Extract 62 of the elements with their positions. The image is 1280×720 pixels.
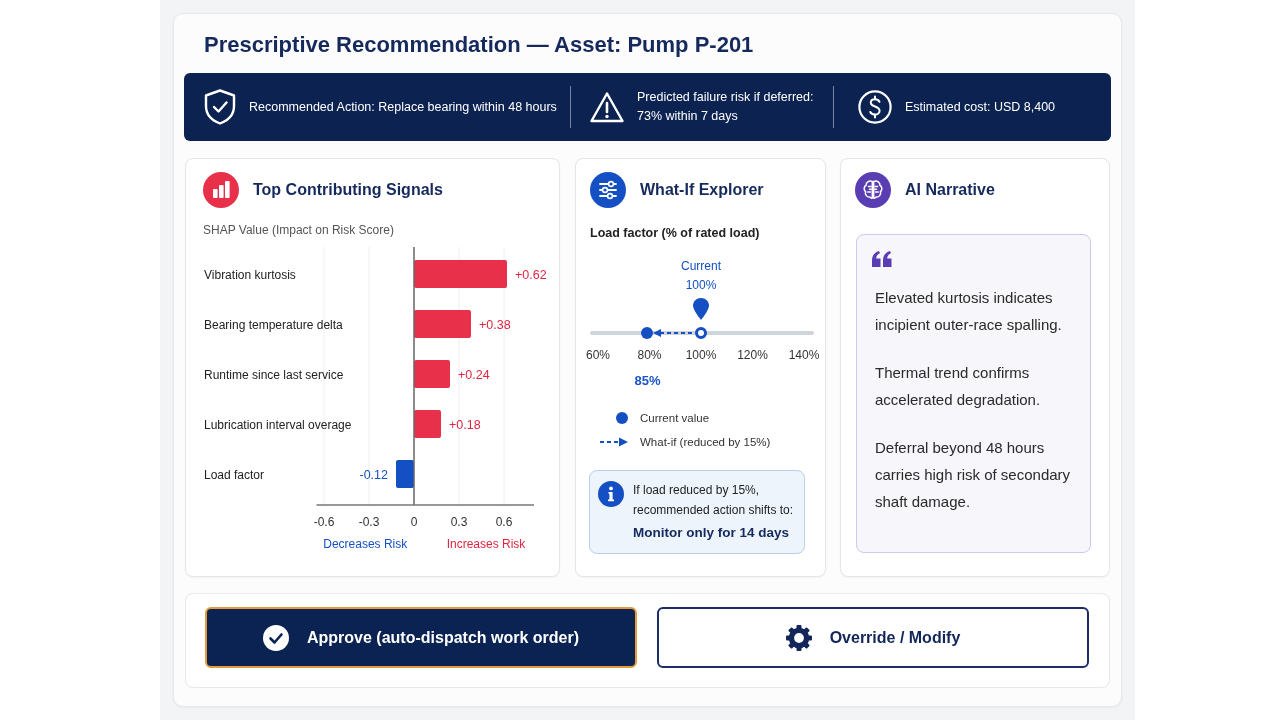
category-label: Runtime since last service (204, 367, 344, 382)
summary-text: Recommended Action: Replace bearing within 48 hours (249, 98, 557, 116)
legend-label: Current value (640, 412, 710, 424)
dashed-arrow-icon (600, 437, 628, 447)
page-title: Prescriptive Recommendation — Asset: Pump P-201 (204, 31, 755, 59)
panel-title: Top Contributing Signals (253, 181, 443, 199)
check-circle-icon (263, 624, 289, 651)
slider-thumb[interactable] (695, 327, 707, 339)
scale-tick-label: 80% (637, 348, 662, 363)
info-icon (598, 481, 624, 507)
current-value: 100% (685, 278, 717, 293)
chart-title: SHAP Value (Impact on Risk Score) (203, 222, 395, 238)
bar-value-label: -0.12 (359, 467, 388, 482)
sliders-icon (590, 172, 626, 208)
scale-tick-label: 140% (788, 348, 820, 363)
axis-tick-label: 0.3 (450, 515, 468, 529)
axis-tick-label: -0.3 (358, 515, 380, 529)
panel-title: What-If Explorer (640, 181, 764, 199)
scale-tick-label: 100% (685, 348, 717, 363)
brain-icon (855, 172, 891, 208)
slider-label: Load factor (% of rated load) (590, 225, 761, 241)
override-button[interactable]: Override / Modify (657, 607, 1089, 668)
quote-icon (872, 251, 892, 267)
axis-tick-label: 0.6 (495, 515, 513, 529)
what-if-value: 85% (634, 373, 661, 388)
narrative-paragraph: Thermal trend confirms accelerated degradation. (875, 363, 1042, 410)
axis-annotation: Decreases Risk (323, 537, 408, 551)
category-label: Lubrication interval overage (204, 417, 352, 432)
narrative-paragraph: Deferral beyond 48 hours carries high risk of secondary shaft damage. (875, 438, 1072, 512)
bar (396, 460, 414, 488)
info-result: Monitor only for 14 days (633, 524, 791, 542)
warning-icon (590, 91, 624, 123)
bar (414, 310, 471, 338)
legend-dot-icon (616, 412, 628, 424)
summary-text: Estimated cost: USD 8,400 (905, 98, 1056, 116)
bar-value-label: +0.62 (515, 267, 547, 282)
axis-tick-label: -0.6 (313, 515, 335, 529)
approve-button[interactable]: Approve (auto-dispatch work order) (205, 607, 637, 668)
dashed-arrow-line (653, 328, 695, 338)
settings-icon (785, 624, 812, 651)
category-label: Vibration kurtosis (204, 267, 296, 282)
info-text: If load reduced by 15%, recommended action shifts to: (633, 482, 795, 519)
current-caption: Current (681, 259, 721, 274)
summary-text: Predicted failure risk if deferred: 73% within 7 days (637, 89, 815, 125)
bar-value-label: +0.24 (458, 367, 490, 382)
pin-icon (693, 298, 709, 320)
category-label: Load factor (204, 467, 265, 482)
bar-value-label: +0.18 (449, 417, 481, 432)
narrative-paragraph: Elevated kurtosis indicates incipient outer-race spalling. (875, 288, 1063, 335)
dollar-icon (858, 90, 892, 124)
bar-value-label: +0.38 (479, 317, 511, 332)
axis-annotation: Increases Risk (446, 537, 526, 551)
panel-title: AI Narrative (905, 181, 995, 199)
bar (414, 410, 441, 438)
scale-tick-label: 60% (586, 348, 610, 363)
scale-tick-label: 120% (737, 348, 768, 363)
category-label: Bearing temperature delta (204, 317, 343, 332)
legend-label: What-if (reduced by 15%) (640, 436, 771, 448)
shield-check-icon (204, 89, 236, 125)
bar-chart-icon (203, 172, 239, 208)
axis-tick-label: 0 (410, 515, 418, 529)
bar (414, 360, 450, 388)
